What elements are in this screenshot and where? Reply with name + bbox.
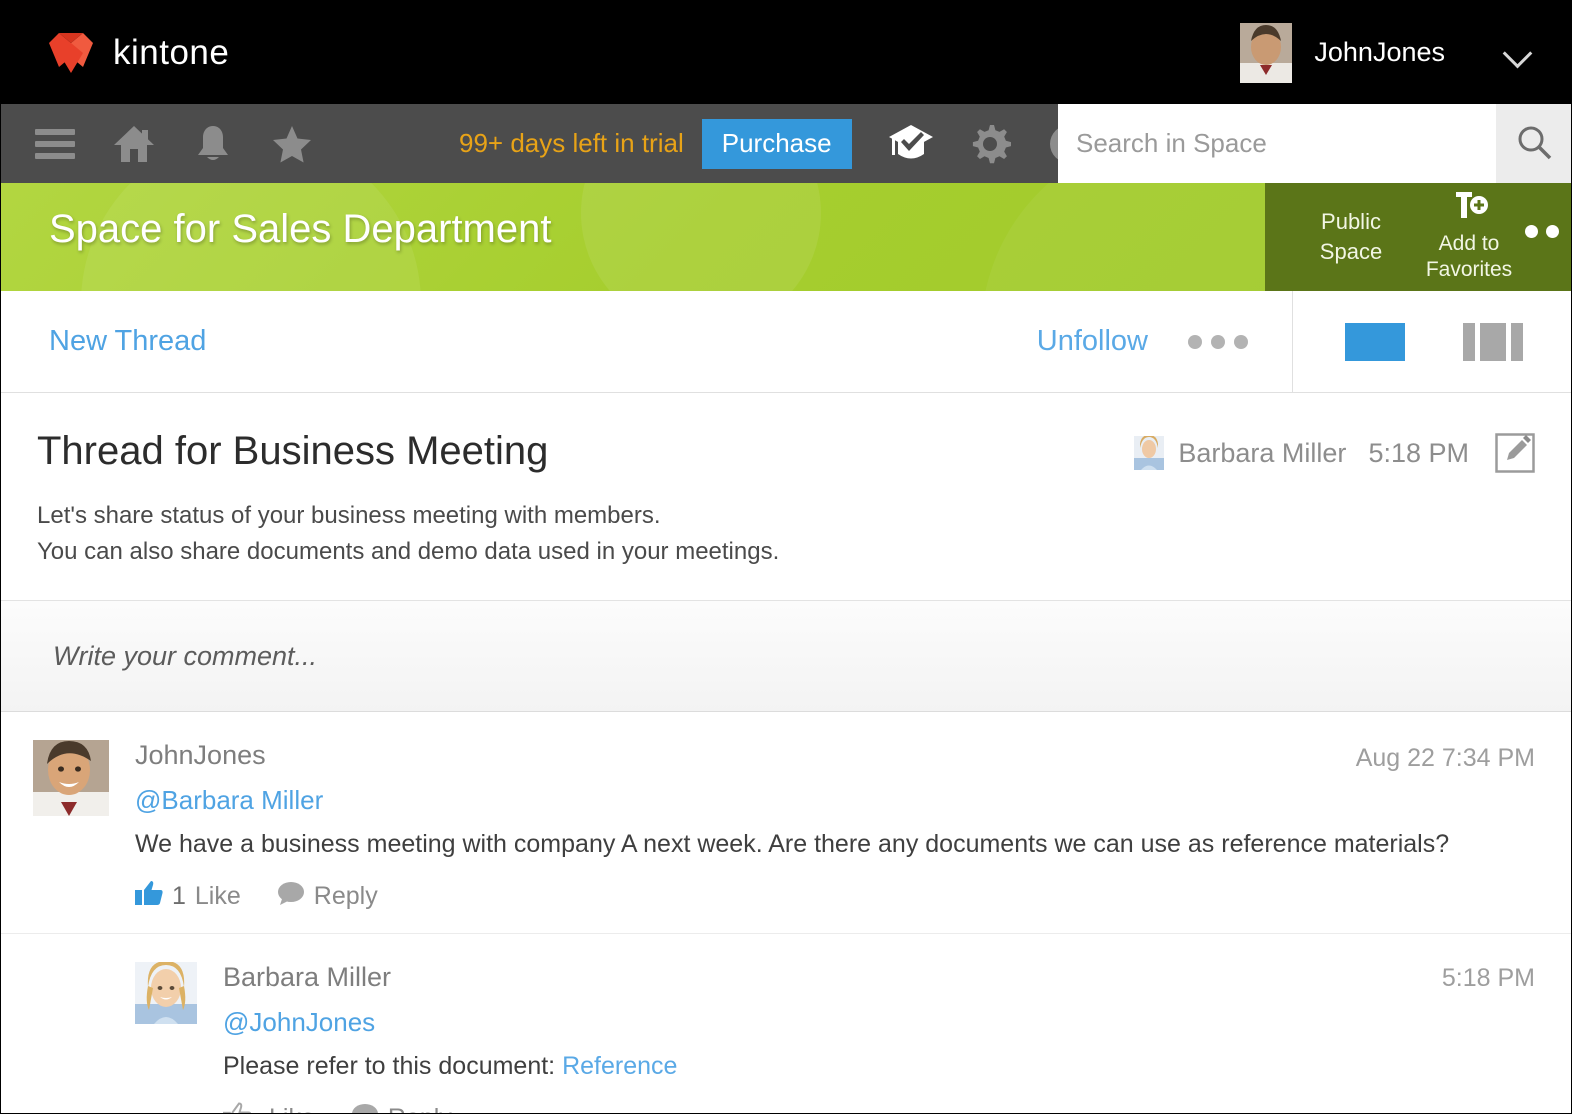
purchase-button[interactable]: Purchase	[702, 119, 852, 169]
space-type-line1: Public	[1303, 207, 1399, 237]
comment-item: JohnJones @Barbara Miller We have a busi…	[1, 712, 1571, 934]
thread-header: Thread for Business Meeting Let's share …	[1, 393, 1571, 601]
global-nav-bar: 99+ days left in trial Purchase	[1, 104, 1571, 183]
search-area	[1058, 104, 1571, 183]
comment-document-link[interactable]: Reference	[562, 1052, 677, 1080]
space-type-label: Public Space	[1303, 207, 1399, 266]
thread-author-name: Barbara Miller	[1178, 438, 1346, 469]
thread-description: Let's share status of your business meet…	[37, 498, 1531, 570]
search-button[interactable]	[1496, 104, 1571, 183]
hamburger-menu-icon[interactable]	[15, 104, 94, 183]
avatar[interactable]	[135, 962, 197, 1024]
like-label: Like	[195, 882, 241, 911]
comment-author-name: Barbara Miller	[223, 962, 1535, 993]
avatar[interactable]	[1134, 436, 1164, 470]
like-button[interactable]: 1 Like	[135, 880, 241, 913]
single-column-view-icon[interactable]	[1345, 323, 1405, 361]
comment-mention[interactable]: @Barbara Miller	[135, 785, 1535, 816]
kintone-logo-icon	[45, 31, 97, 75]
comment-text: Please refer to this document: Reference	[223, 1050, 1535, 1084]
star-icon[interactable]	[252, 104, 331, 183]
add-favorites-line2: Favorites	[1409, 257, 1529, 283]
comment-input-placeholder: Write your comment...	[53, 641, 317, 672]
comment-text: We have a business meeting with company …	[135, 828, 1535, 862]
more-options-icon[interactable]	[1525, 225, 1559, 238]
unfollow-button[interactable]: Unfollow	[1037, 325, 1148, 358]
search-icon	[1515, 123, 1553, 164]
reply-label: Reply	[388, 1104, 452, 1114]
comment-timestamp: 5:18 PM	[1442, 964, 1535, 993]
like-button[interactable]: Like	[223, 1102, 315, 1114]
thread-timestamp: 5:18 PM	[1368, 438, 1469, 469]
top-header-bar: kintone JohnJones	[1, 1, 1571, 104]
bell-icon[interactable]	[173, 104, 252, 183]
home-icon[interactable]	[94, 104, 173, 183]
user-menu[interactable]: JohnJones	[1240, 1, 1543, 104]
brand-logo[interactable]: kintone	[45, 31, 229, 75]
user-name: JohnJones	[1314, 37, 1445, 68]
comment-actions: 1 Like Reply	[135, 880, 1535, 913]
comment-author-name: JohnJones	[135, 740, 1535, 771]
brand-name: kintone	[113, 33, 229, 73]
reply-button[interactable]: Reply	[277, 881, 378, 912]
comment-composer[interactable]: Write your comment...	[1, 601, 1571, 712]
thumbs-up-icon	[135, 880, 163, 913]
reply-label: Reply	[314, 882, 378, 911]
gear-icon[interactable]	[951, 104, 1030, 183]
thumbs-up-icon	[223, 1102, 251, 1114]
avatar[interactable]	[33, 740, 109, 816]
comment-actions: Like Reply	[223, 1102, 1535, 1114]
new-thread-button[interactable]: New Thread	[49, 325, 206, 358]
pin-add-icon	[1409, 191, 1529, 228]
space-type-line2: Space	[1303, 237, 1399, 267]
thread-description-line2: You can also share documents and demo da…	[37, 534, 1531, 570]
app-window: kintone JohnJones	[0, 0, 1572, 1114]
space-banner: Space for Sales Department Public Space …	[1, 183, 1571, 291]
comment-text-prefix: Please refer to this document:	[223, 1052, 562, 1080]
speech-bubble-icon	[277, 881, 305, 912]
thread-meta: Barbara Miller 5:18 PM	[1134, 433, 1535, 473]
reply-button[interactable]: Reply	[351, 1103, 452, 1114]
trial-status-text: 99+ days left in trial	[459, 128, 684, 159]
search-input[interactable]	[1058, 104, 1496, 183]
graduation-cap-icon[interactable]	[872, 104, 951, 183]
thread-toolbar: New Thread Unfollow	[1, 291, 1571, 393]
like-label: Like	[269, 1104, 315, 1114]
add-favorites-line1: Add to	[1409, 231, 1529, 257]
page-title: Space for Sales Department	[49, 207, 551, 252]
chevron-down-icon[interactable]	[1503, 37, 1535, 69]
three-column-view-icon[interactable]	[1463, 323, 1529, 361]
comment-mention[interactable]: @JohnJones	[223, 1007, 1535, 1038]
like-count: 1	[172, 882, 186, 911]
space-banner-actions: Public Space Add to Favorites	[1265, 183, 1571, 291]
comment-timestamp: Aug 22 7:34 PM	[1356, 744, 1535, 773]
avatar[interactable]	[1240, 23, 1292, 83]
speech-bubble-icon	[351, 1103, 379, 1114]
comment-item: Barbara Miller @JohnJones Please refer t…	[1, 934, 1571, 1114]
more-options-icon[interactable]	[1188, 335, 1248, 349]
thread-description-line1: Let's share status of your business meet…	[37, 498, 1531, 534]
add-to-favorites-button[interactable]: Add to Favorites	[1409, 191, 1529, 284]
view-toggle-group	[1292, 291, 1571, 392]
edit-pencil-icon[interactable]	[1495, 433, 1535, 473]
